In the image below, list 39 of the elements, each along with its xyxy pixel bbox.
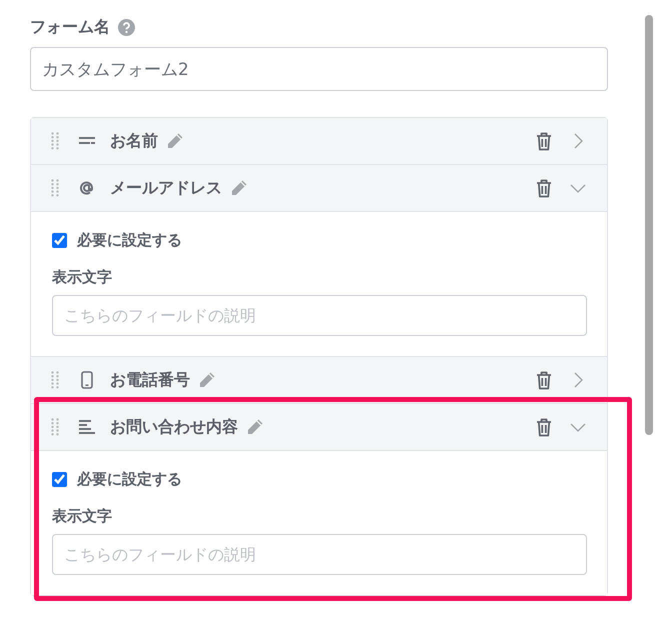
field-name: お問い合わせ内容 — [110, 416, 238, 438]
checkbox-label: 必要に設定する — [77, 470, 182, 489]
pencil-icon[interactable] — [246, 418, 264, 436]
form-name-label: フォーム名 — [30, 17, 110, 38]
chevron-down-icon[interactable] — [570, 422, 586, 432]
pencil-icon[interactable] — [166, 132, 184, 150]
pencil-icon[interactable] — [198, 371, 216, 389]
trash-icon[interactable] — [536, 418, 552, 436]
required-checkbox[interactable] — [52, 233, 67, 248]
drag-handle-icon[interactable] — [51, 179, 59, 197]
drag-handle-icon[interactable] — [51, 418, 59, 436]
description-field[interactable]: こちらのフィールドの説明 — [52, 295, 587, 336]
trash-icon[interactable] — [536, 370, 552, 390]
field-name: メールアドレス — [110, 178, 222, 198]
field-header[interactable]: お問い合わせ内容 — [31, 404, 607, 450]
smartphone-icon — [81, 371, 93, 389]
field-header[interactable]: お名前 — [31, 118, 607, 164]
form-name-field[interactable]: カスタムフォーム2 — [30, 47, 608, 91]
description-field[interactable]: こちらのフィールドの説明 — [52, 534, 587, 575]
chevron-right-icon[interactable] — [574, 133, 582, 149]
field-name: お電話番号 — [110, 370, 190, 390]
trash-icon[interactable] — [536, 178, 552, 198]
text-lines-icon — [79, 420, 95, 434]
required-checkbox[interactable] — [52, 472, 67, 487]
checkbox-label: 必要に設定する — [77, 231, 182, 250]
drag-handle-icon[interactable] — [51, 132, 59, 150]
at-sign-icon — [79, 180, 95, 196]
chevron-right-icon[interactable] — [574, 372, 582, 388]
trash-icon[interactable] — [536, 132, 552, 150]
field-label: 表示文字 — [52, 507, 113, 526]
field-name: お名前 — [110, 130, 158, 152]
help-icon[interactable] — [118, 19, 135, 36]
drag-handle-icon[interactable] — [51, 371, 59, 389]
field-label: 表示文字 — [52, 268, 113, 287]
pencil-icon[interactable] — [230, 179, 248, 197]
field-header[interactable]: メールアドレス — [31, 165, 607, 211]
chevron-down-icon[interactable] — [570, 184, 586, 192]
scrollbar[interactable] — [645, 15, 653, 435]
lines-icon — [79, 137, 95, 145]
